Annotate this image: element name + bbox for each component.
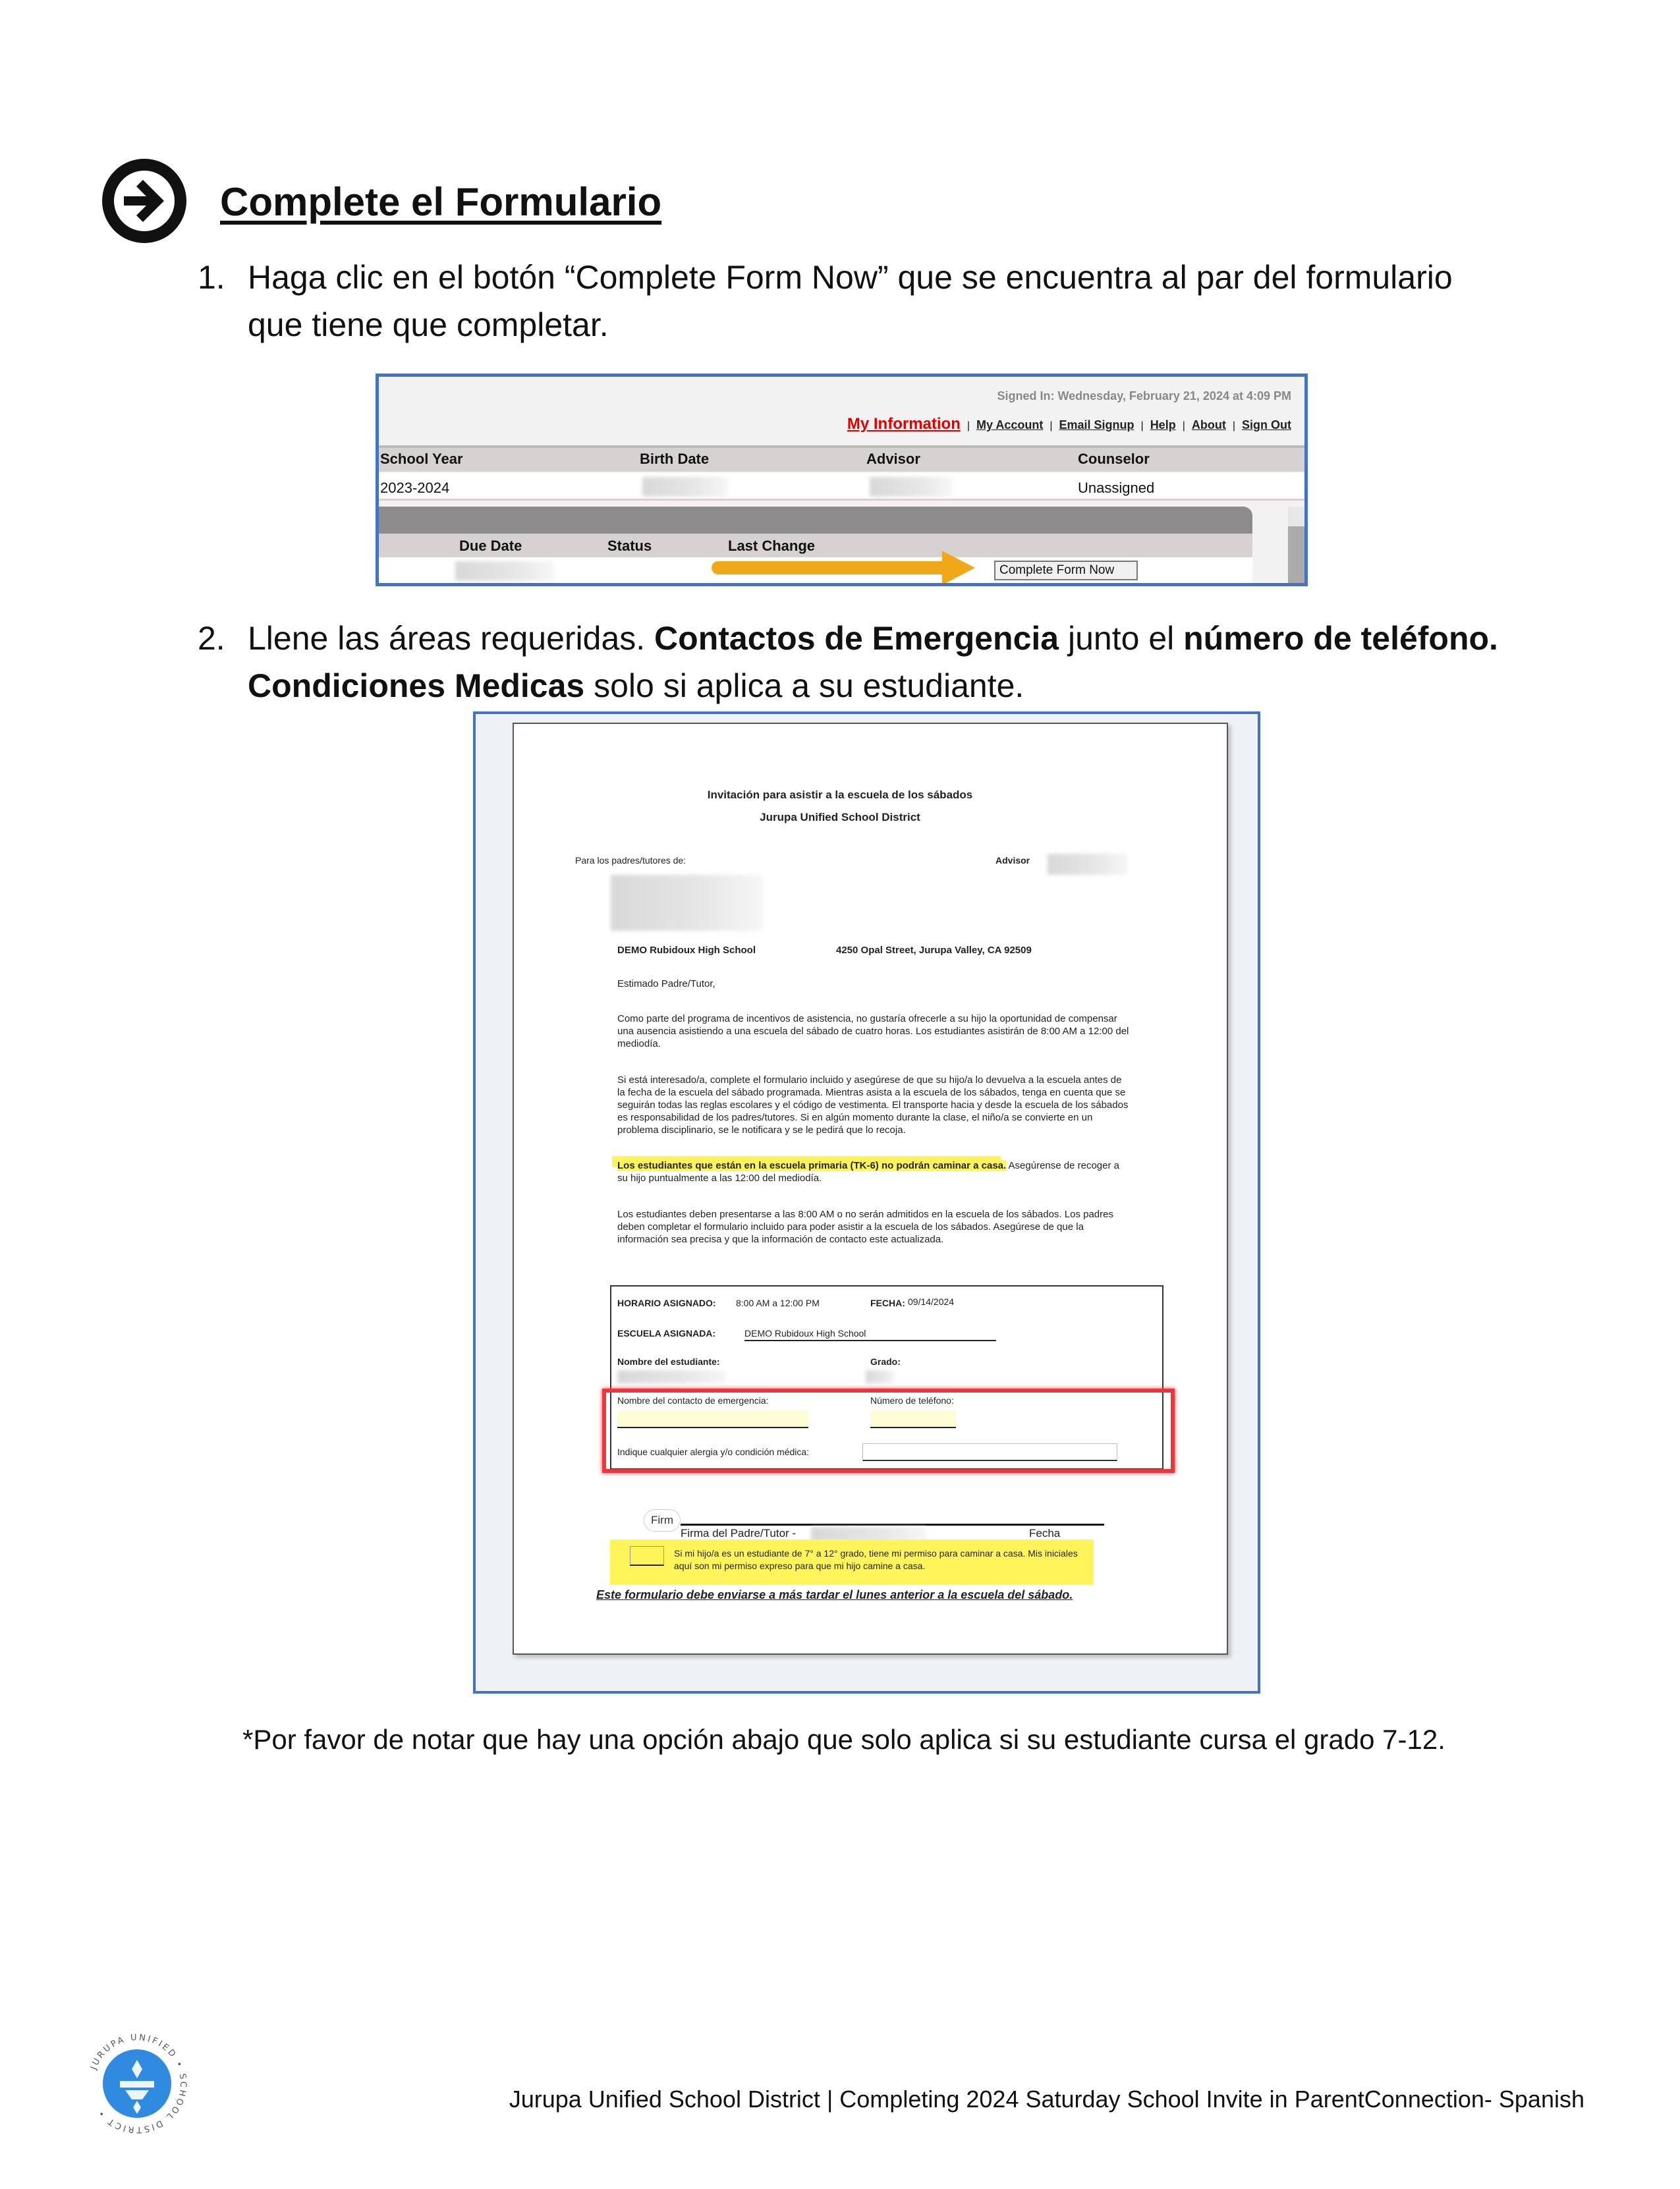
form-title: Invitación para asistir a la escuela de … [707, 789, 973, 801]
phone-label: Número de teléfono: [870, 1395, 954, 1406]
step-1-text: Haga clic en el botón “Complete Form Now… [248, 254, 1453, 348]
emphasis: Condiciones Medicas [248, 667, 585, 704]
redacted-due-date [455, 561, 554, 581]
school-year-value: 2023-2024 [380, 480, 450, 496]
greeting: Estimado Padre/Tutor, [617, 978, 715, 989]
fecha-value: 09/14/2024 [908, 1296, 955, 1307]
signed-in-text: Signed In: Wednesday, February 21, 2024 … [997, 389, 1292, 402]
col-advisor: Advisor [866, 451, 920, 467]
paragraph-1: Como parte del programa de incentivos de… [617, 1013, 1129, 1049]
col-school-year: School Year [380, 451, 463, 467]
redacted-student [617, 1370, 726, 1383]
school-name: DEMO Rubidoux High School [617, 945, 756, 956]
redacted-advisor [870, 477, 952, 497]
medical-condition-input[interactable] [862, 1443, 1117, 1461]
emphasis: Contactos de Emergencia [654, 620, 1059, 657]
scrollbar[interactable] [1288, 507, 1304, 583]
school-address: 4250 Opal Street, Jurupa Valley, CA 9250… [836, 945, 1032, 956]
emphasis: número de teléfono. [1183, 620, 1498, 657]
redacted-advisor [1048, 854, 1127, 875]
emergency-contact-input[interactable] [617, 1410, 808, 1428]
portal-screenshot: Signed In: Wednesday, February 21, 2024 … [376, 374, 1308, 586]
step-1-line1: Haga clic en el botón “Complete Form Now… [248, 259, 1453, 296]
highlighted-warning: Los estudiantes que están en la escuela … [617, 1160, 1007, 1171]
grade-note: *Por favor de notar que hay una opción a… [242, 1724, 1445, 1755]
section-heading: Complete el Formulario [220, 180, 662, 224]
horario-label: HORARIO ASIGNADO: [617, 1298, 716, 1308]
advisor-label: Advisor [995, 855, 1030, 866]
student-label: Nombre del estudiante: [617, 1356, 720, 1367]
col-status: Status [607, 538, 652, 554]
initials-input[interactable] [630, 1546, 664, 1566]
grade-label: Grado: [870, 1356, 901, 1367]
medical-label: Indique cualquier alergia y/o condición … [617, 1447, 810, 1457]
to-label: Para los padres/tutores de: [575, 855, 686, 866]
redacted-address [611, 875, 763, 931]
horario-value: 8:00 AM a 12:00 PM [736, 1298, 820, 1308]
counselor-value: Unassigned [1078, 480, 1155, 496]
nav-help[interactable]: Help [1150, 418, 1176, 432]
signature-line[interactable] [681, 1524, 1104, 1526]
footer-text: Jurupa Unified School District | Complet… [509, 2086, 1584, 2113]
form-district: Jurupa Unified School District [760, 811, 920, 823]
redacted-birth-date [642, 477, 728, 497]
step-number: 2. [198, 620, 225, 657]
date-label: Fecha [1029, 1527, 1061, 1539]
paragraph-4: Los estudiantes deben presentarse a las … [617, 1209, 1113, 1245]
arrow-pointer-icon [712, 551, 975, 583]
phone-number-input[interactable] [870, 1410, 956, 1428]
sign-button[interactable]: Firm [644, 1509, 681, 1532]
escuela-field[interactable]: DEMO Rubidoux High School [744, 1328, 996, 1341]
walk-permission-text: Si mi hijo/a es un estudiante de 7° a 12… [674, 1548, 1078, 1571]
col-due-date: Due Date [459, 538, 522, 554]
col-birth-date: Birth Date [640, 451, 710, 467]
complete-form-now-button[interactable]: Complete Form Now [994, 561, 1138, 580]
escuela-label: ESCUELA ASIGNADA: [617, 1328, 716, 1339]
nav-email-signup[interactable]: Email Signup [1059, 418, 1134, 432]
signature-label: Firma del Padre/Tutor - [681, 1527, 797, 1539]
nav-sign-out[interactable]: Sign Out [1242, 418, 1291, 432]
fecha-label: FECHA: [870, 1298, 905, 1308]
portal-nav: My Information | My Account | Email Signup… [847, 415, 1291, 433]
step-1-line2: que tiene que completar. [248, 306, 609, 343]
arrow-right-circle-icon [102, 159, 186, 243]
step-number: 1. [198, 259, 225, 296]
text: solo si aplica a su estudiante. [584, 667, 1024, 704]
col-counselor: Counselor [1078, 451, 1150, 467]
contact-label: Nombre del contacto de emergencia: [617, 1395, 769, 1406]
nav-my-account[interactable]: My Account [976, 418, 1043, 432]
paragraph-3: Los estudiantes que están en la escuela … [617, 1159, 1131, 1184]
district-logo: JURUPA UNIFIED • SCHOOL DISTRICT • [89, 2033, 186, 2134]
redacted-grade [866, 1370, 895, 1383]
text: junto el [1059, 620, 1184, 657]
text: Llene las áreas requeridas. [248, 620, 655, 657]
deadline-notice: Este formulario debe enviarse a más tard… [596, 1588, 1073, 1601]
paragraph-2: Si está interesado/a, complete el formul… [617, 1074, 1129, 1136]
nav-my-information[interactable]: My Information [847, 415, 961, 433]
step-2-text: Llene las áreas requeridas. Contactos de… [248, 615, 1498, 709]
nav-about[interactable]: About [1192, 418, 1226, 432]
